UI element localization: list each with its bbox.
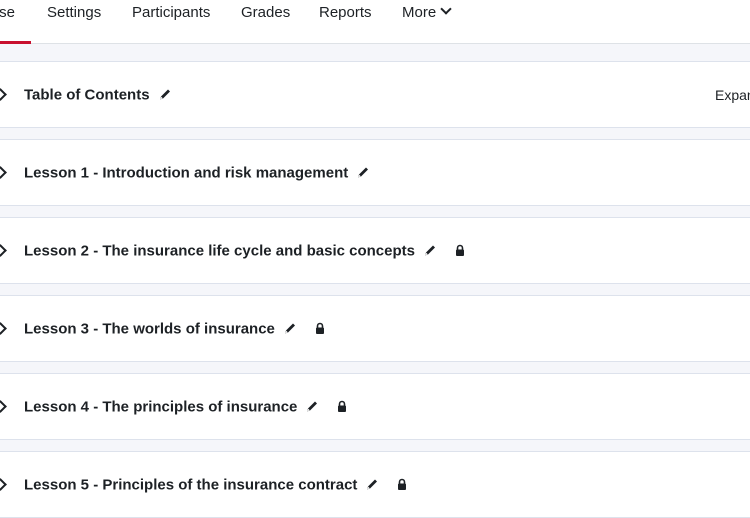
- tab-course-label: se: [0, 4, 15, 21]
- tab-course[interactable]: se: [0, 0, 31, 44]
- section-lesson-3: Lesson 3 - The worlds of insurance: [0, 295, 750, 362]
- section-lesson-4: Lesson 4 - The principles of insurance: [0, 373, 750, 440]
- section-lesson-1: Lesson 1 - Introduction and risk managem…: [0, 139, 750, 206]
- section-title-text: Lesson 3 - The worlds of insurance: [24, 320, 275, 337]
- section-title[interactable]: Lesson 1 - Introduction and risk managem…: [24, 164, 370, 181]
- tab-participants-label: Participants: [132, 4, 211, 21]
- secondary-navigation: se Settings Participants Grades Reports …: [0, 0, 750, 44]
- section-lesson-2: Lesson 2 - The insurance life cycle and …: [0, 217, 750, 284]
- section-title-text: Lesson 4 - The principles of insurance: [24, 398, 298, 415]
- tab-more-label: More: [402, 4, 437, 21]
- chevron-right-icon[interactable]: [0, 243, 7, 257]
- section-title[interactable]: Lesson 3 - The worlds of insurance: [24, 320, 325, 337]
- lock-icon: [455, 244, 464, 256]
- pencil-icon[interactable]: [365, 478, 379, 492]
- section-title[interactable]: Lesson 5 - Principles of the insurance c…: [24, 476, 407, 493]
- pencil-icon[interactable]: [423, 244, 437, 258]
- section-title[interactable]: Lesson 4 - The principles of insurance: [24, 398, 347, 415]
- lock-icon: [338, 400, 347, 412]
- pencil-icon[interactable]: [158, 88, 172, 102]
- chevron-down-icon: [440, 3, 452, 15]
- pencil-icon[interactable]: [305, 400, 319, 414]
- chevron-right-icon[interactable]: [0, 399, 7, 413]
- tab-settings-label: Settings: [47, 4, 102, 21]
- chevron-right-icon[interactable]: [0, 321, 7, 335]
- section-table-of-contents: Table of Contents Expand all: [0, 61, 750, 128]
- section-title[interactable]: Lesson 2 - The insurance life cycle and …: [24, 242, 465, 259]
- lock-icon: [315, 322, 324, 334]
- expand-all-link[interactable]: Expand all: [715, 87, 750, 103]
- pencil-icon[interactable]: [356, 166, 370, 180]
- tab-reports-label: Reports: [319, 4, 372, 21]
- course-content: Table of Contents Expand all Lesson 1 - …: [0, 44, 750, 518]
- section-title-text: Table of Contents: [24, 86, 150, 103]
- tab-more[interactable]: More: [402, 0, 452, 44]
- lock-icon: [398, 478, 407, 490]
- pencil-icon[interactable]: [283, 322, 297, 336]
- section-title[interactable]: Table of Contents: [24, 86, 172, 103]
- tab-settings[interactable]: Settings: [47, 0, 101, 44]
- tab-reports[interactable]: Reports: [319, 0, 372, 44]
- tab-grades-label: Grades: [241, 4, 291, 21]
- section-title-text: Lesson 5 - Principles of the insurance c…: [24, 476, 358, 493]
- chevron-right-icon[interactable]: [0, 477, 7, 491]
- tab-participants[interactable]: Participants: [132, 0, 210, 44]
- tab-grades[interactable]: Grades: [241, 0, 290, 44]
- chevron-right-icon[interactable]: [0, 87, 7, 101]
- chevron-right-icon[interactable]: [0, 165, 7, 179]
- section-title-text: Lesson 1 - Introduction and risk managem…: [24, 164, 349, 181]
- section-lesson-5: Lesson 5 - Principles of the insurance c…: [0, 451, 750, 518]
- section-title-text: Lesson 2 - The insurance life cycle and …: [24, 242, 415, 259]
